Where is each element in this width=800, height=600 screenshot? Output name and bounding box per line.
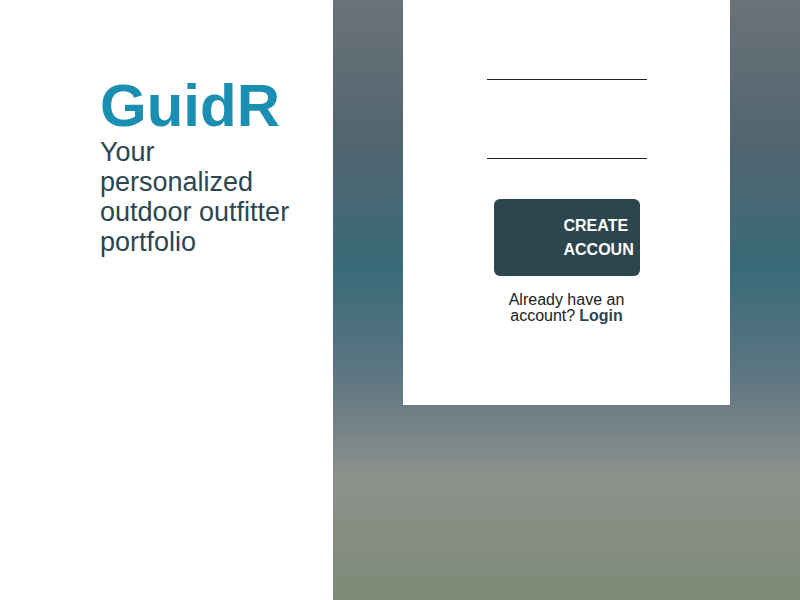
- username-field[interactable]: [487, 49, 647, 80]
- create-account-button[interactable]: CREATE ACCOUN: [494, 199, 640, 276]
- background-photo: CREATE ACCOUN Already have an account?Log…: [333, 0, 800, 600]
- brand-title: GuidR: [100, 75, 333, 137]
- login-prompt: Already have an account?Login: [500, 292, 634, 324]
- brand-panel: GuidR Your personalized outdoor outfitte…: [0, 0, 333, 600]
- brand-tagline: Your personalized outdoor outfitter port…: [100, 137, 290, 257]
- button-label: CREATE ACCOUN: [564, 214, 636, 262]
- password-field[interactable]: [487, 128, 647, 159]
- login-link[interactable]: Login: [579, 307, 623, 324]
- signup-card: CREATE ACCOUN Already have an account?Log…: [403, 0, 730, 405]
